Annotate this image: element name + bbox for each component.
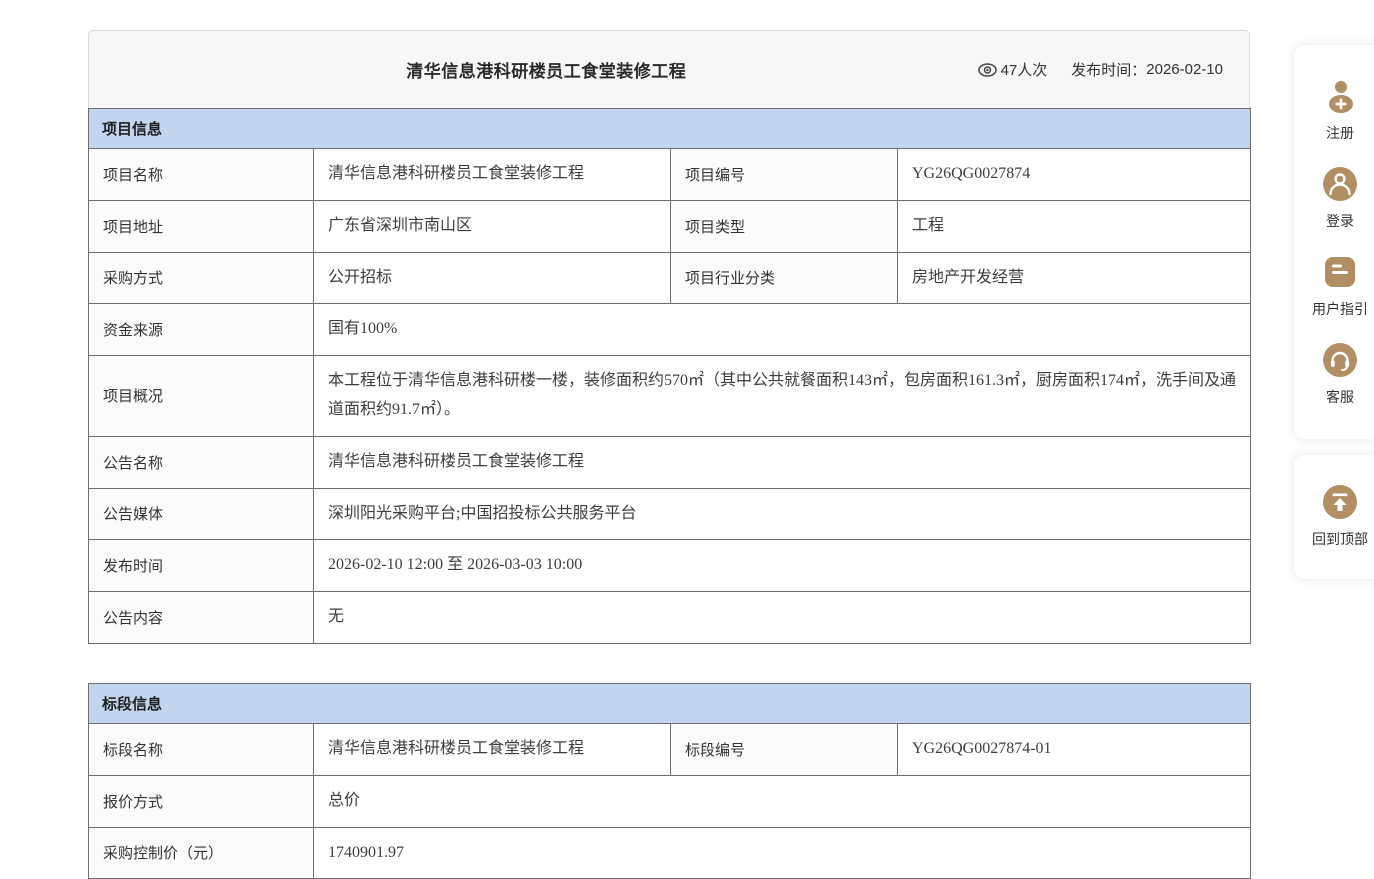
main-content: 清华信息港科研楼员工食堂装修工程 47人次 发布时间： 2026-02-10 项…	[88, 30, 1250, 879]
publish-time-label: 发布时间：	[1071, 59, 1146, 80]
field-label: 采购控制价（元）	[89, 827, 314, 879]
publish-time-value: 2026-02-10	[1146, 61, 1223, 78]
publish-time: 发布时间： 2026-02-10	[1071, 59, 1223, 80]
field-value: 本工程位于清华信息港科研楼一楼，装修面积约570㎡（其中公共就餐面积143㎡，包…	[314, 356, 1251, 437]
field-label: 公告名称	[89, 436, 314, 488]
view-count-text: 47人次	[1001, 59, 1048, 80]
table-row: 公告媒体深圳阳光采购平台;中国招投标公共服务平台	[89, 488, 1251, 540]
project-info-title: 项目信息	[89, 109, 1251, 149]
field-value: 房地产开发经营	[898, 252, 1251, 304]
notice-header: 清华信息港科研楼员工食堂装修工程 47人次 发布时间： 2026-02-10	[88, 30, 1250, 108]
customer-service-icon	[1321, 341, 1359, 379]
sidebar-item-register[interactable]: 注册	[1294, 69, 1374, 157]
table-gap	[88, 644, 1250, 683]
table-row: 报价方式总价	[89, 775, 1251, 827]
login-icon	[1321, 165, 1359, 203]
section-info-title: 标段信息	[89, 683, 1251, 723]
project-info-table: 项目信息 项目名称清华信息港科研楼员工食堂装修工程项目编号YG26QG00278…	[88, 108, 1251, 644]
field-value: 总价	[314, 775, 1251, 827]
back-to-top-button[interactable]: 回到顶部	[1294, 475, 1374, 563]
register-icon	[1321, 77, 1359, 115]
table-row: 资金来源国有100%	[89, 304, 1251, 356]
field-value: 清华信息港科研楼员工食堂装修工程	[314, 436, 1251, 488]
field-value: 清华信息港科研楼员工食堂装修工程	[314, 149, 671, 201]
sidebar-item-user-guide[interactable]: 用户指引	[1294, 245, 1374, 333]
sidebar-item-label: 客服	[1326, 387, 1354, 407]
field-label: 标段编号	[671, 723, 898, 775]
field-value: 清华信息港科研楼员工食堂装修工程	[314, 723, 671, 775]
field-value: 2026-02-10 12:00 至 2026-03-03 10:00	[314, 540, 1251, 592]
field-label: 公告媒体	[89, 488, 314, 540]
field-value: 1740901.97	[314, 827, 1251, 879]
sidebar-item-label: 登录	[1326, 211, 1354, 231]
sidebar-item-customer-service[interactable]: 客服	[1294, 333, 1374, 421]
field-label: 发布时间	[89, 540, 314, 592]
header-stats: 47人次 发布时间： 2026-02-10	[978, 59, 1223, 80]
field-label: 资金来源	[89, 304, 314, 356]
table-row: 标段名称清华信息港科研楼员工食堂装修工程标段编号YG26QG0027874-01	[89, 723, 1251, 775]
field-value: 广东省深圳市南山区	[314, 200, 671, 252]
field-label: 项目地址	[89, 200, 314, 252]
back-to-top-label: 回到顶部	[1312, 529, 1368, 549]
view-count: 47人次	[978, 59, 1048, 80]
sidebar-item-label: 注册	[1326, 123, 1354, 143]
field-label: 报价方式	[89, 775, 314, 827]
table-row: 采购方式公开招标项目行业分类房地产开发经营	[89, 252, 1251, 304]
user-guide-icon	[1321, 253, 1359, 291]
field-value: 深圳阳光采购平台;中国招投标公共服务平台	[314, 488, 1251, 540]
table-row: 项目名称清华信息港科研楼员工食堂装修工程项目编号YG26QG0027874	[89, 149, 1251, 201]
field-value: 工程	[898, 200, 1251, 252]
field-value: 公开招标	[314, 252, 671, 304]
field-label: 项目类型	[671, 200, 898, 252]
field-label: 标段名称	[89, 723, 314, 775]
field-label: 项目概况	[89, 356, 314, 437]
field-label: 项目编号	[671, 149, 898, 201]
field-value: 国有100%	[314, 304, 1251, 356]
table-row: 项目地址广东省深圳市南山区项目类型工程	[89, 200, 1251, 252]
field-label: 采购方式	[89, 252, 314, 304]
section-info-table: 标段信息 标段名称清华信息港科研楼员工食堂装修工程标段编号YG26QG00278…	[88, 683, 1251, 879]
back-to-top-panel: 回到顶部	[1294, 455, 1374, 579]
field-value: 无	[314, 592, 1251, 644]
table-row: 项目概况本工程位于清华信息港科研楼一楼，装修面积约570㎡（其中公共就餐面积14…	[89, 356, 1251, 437]
eye-icon	[978, 63, 997, 77]
sidebar-item-label: 用户指引	[1312, 299, 1368, 319]
page-title: 清华信息港科研楼员工食堂装修工程	[115, 57, 978, 82]
sidebar-item-login[interactable]: 登录	[1294, 157, 1374, 245]
field-label: 项目行业分类	[671, 252, 898, 304]
back-to-top-icon	[1321, 483, 1359, 521]
field-value: YG26QG0027874	[898, 149, 1251, 201]
table-row: 采购控制价（元）1740901.97	[89, 827, 1251, 879]
table-row: 发布时间2026-02-10 12:00 至 2026-03-03 10:00	[89, 540, 1251, 592]
field-label: 项目名称	[89, 149, 314, 201]
field-value: YG26QG0027874-01	[898, 723, 1251, 775]
floating-sidebar: 注册 登录 用户指引	[1294, 45, 1374, 439]
field-label: 公告内容	[89, 592, 314, 644]
table-row: 公告内容无	[89, 592, 1251, 644]
table-row: 公告名称清华信息港科研楼员工食堂装修工程	[89, 436, 1251, 488]
